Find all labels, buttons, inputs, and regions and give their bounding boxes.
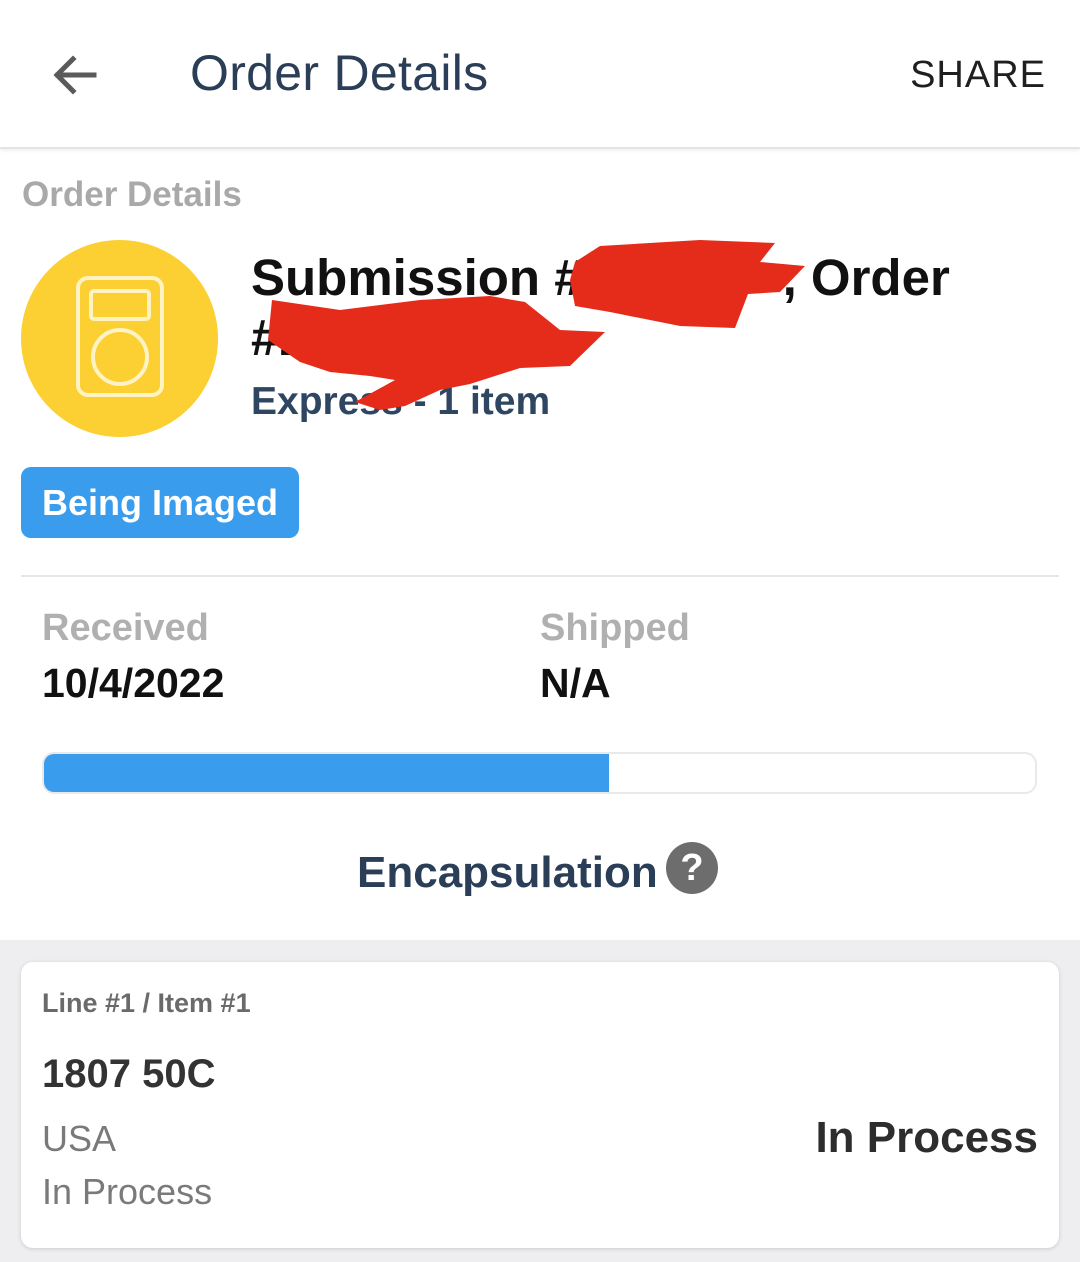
- app-bar: Order Details SHARE: [0, 0, 1080, 149]
- page-title: Order Details: [190, 45, 489, 101]
- submission-title: Submission # , Order #2: [251, 248, 1041, 368]
- received-value: 10/4/2022: [42, 660, 225, 706]
- share-button[interactable]: SHARE: [910, 54, 1046, 97]
- item-status-sub: In Process: [42, 1171, 213, 1212]
- item-card[interactable]: Line #1 / Item #1 1807 50C USA In Proces…: [21, 962, 1059, 1248]
- progress-bar: [42, 752, 1037, 794]
- submission-title-line2: #2: [251, 309, 308, 366]
- progress-fill: [44, 754, 609, 792]
- order-avatar: [21, 240, 218, 437]
- shipped-label: Shipped: [540, 607, 690, 649]
- item-name: 1807 50C: [42, 1052, 216, 1096]
- section-label: Order Details: [22, 175, 242, 214]
- back-button[interactable]: [46, 48, 102, 104]
- submission-title-line1-tail: , Order: [782, 249, 950, 306]
- item-status: In Process: [815, 1113, 1038, 1162]
- received-label: Received: [42, 607, 209, 649]
- status-badge: Being Imaged: [21, 467, 300, 538]
- submission-meta: Express - 1 item: [251, 380, 551, 423]
- item-line-label: Line #1 / Item #1: [42, 988, 251, 1018]
- shipped-value: N/A: [540, 660, 611, 706]
- item-country: USA: [42, 1118, 117, 1159]
- arrow-left-icon: [53, 55, 97, 95]
- coin-holder-icon: [76, 276, 164, 397]
- submission-title-line1: Submission #: [251, 249, 583, 306]
- question-mark-icon[interactable]: ?: [666, 842, 718, 894]
- stage-label: Encapsulation: [357, 848, 658, 897]
- divider: [21, 575, 1059, 577]
